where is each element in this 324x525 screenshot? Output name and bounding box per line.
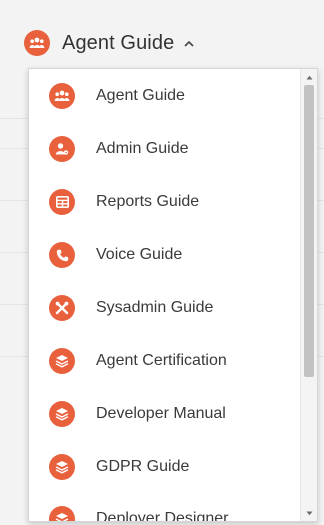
menu-item-reports-guide[interactable]: Reports Guide xyxy=(29,182,299,222)
chevron-up-icon xyxy=(182,36,196,50)
stack-icon xyxy=(49,454,75,480)
menu-item-agent-guide[interactable]: Agent Guide xyxy=(29,76,299,116)
tools-icon xyxy=(49,295,75,321)
menu-scrollbar[interactable] xyxy=(300,69,317,521)
page: Agent Guide Agent Guide Admin Guide Repo… xyxy=(0,0,324,525)
team-icon xyxy=(24,30,50,56)
menu-item-agent-certification[interactable]: Agent Certification xyxy=(29,341,299,381)
menu-item-sysadmin-guide[interactable]: Sysadmin Guide xyxy=(29,288,299,328)
report-grid-icon xyxy=(49,189,75,215)
menu-item-label: Developer Manual xyxy=(96,405,226,422)
menu-item-label: Sysadmin Guide xyxy=(96,299,214,316)
phone-icon xyxy=(49,242,75,268)
menu-item-label: Agent Certification xyxy=(96,352,227,369)
team-icon xyxy=(49,83,75,109)
guide-dropdown-trigger[interactable]: Agent Guide xyxy=(24,26,196,60)
scrollbar-thumb[interactable] xyxy=(304,85,314,377)
guide-dropdown-menu: Agent Guide Admin Guide Reports Guide Vo… xyxy=(28,68,318,522)
menu-item-admin-guide[interactable]: Admin Guide xyxy=(29,129,299,169)
menu-item-label: Reports Guide xyxy=(96,193,200,210)
stack-icon xyxy=(49,506,75,521)
menu-item-label: Agent Guide xyxy=(96,87,185,104)
menu-item-label: Voice Guide xyxy=(96,246,183,263)
admin-user-icon xyxy=(49,136,75,162)
menu-item-label: GDPR Guide xyxy=(96,458,190,475)
menu-item-deployer-designer[interactable]: Deployer Designer xyxy=(29,499,299,522)
stack-icon xyxy=(49,401,75,427)
stack-icon xyxy=(49,348,75,374)
scroll-up-arrow-icon[interactable] xyxy=(301,69,317,85)
menu-item-developer-manual[interactable]: Developer Manual xyxy=(29,394,299,434)
menu-item-gdpr-guide[interactable]: GDPR Guide xyxy=(29,447,299,487)
scroll-down-arrow-icon[interactable] xyxy=(301,505,317,521)
menu-item-voice-guide[interactable]: Voice Guide xyxy=(29,235,299,275)
menu-item-label: Admin Guide xyxy=(96,140,189,157)
menu-item-label: Deployer Designer xyxy=(96,510,229,522)
selected-guide-label: Agent Guide xyxy=(62,31,175,54)
